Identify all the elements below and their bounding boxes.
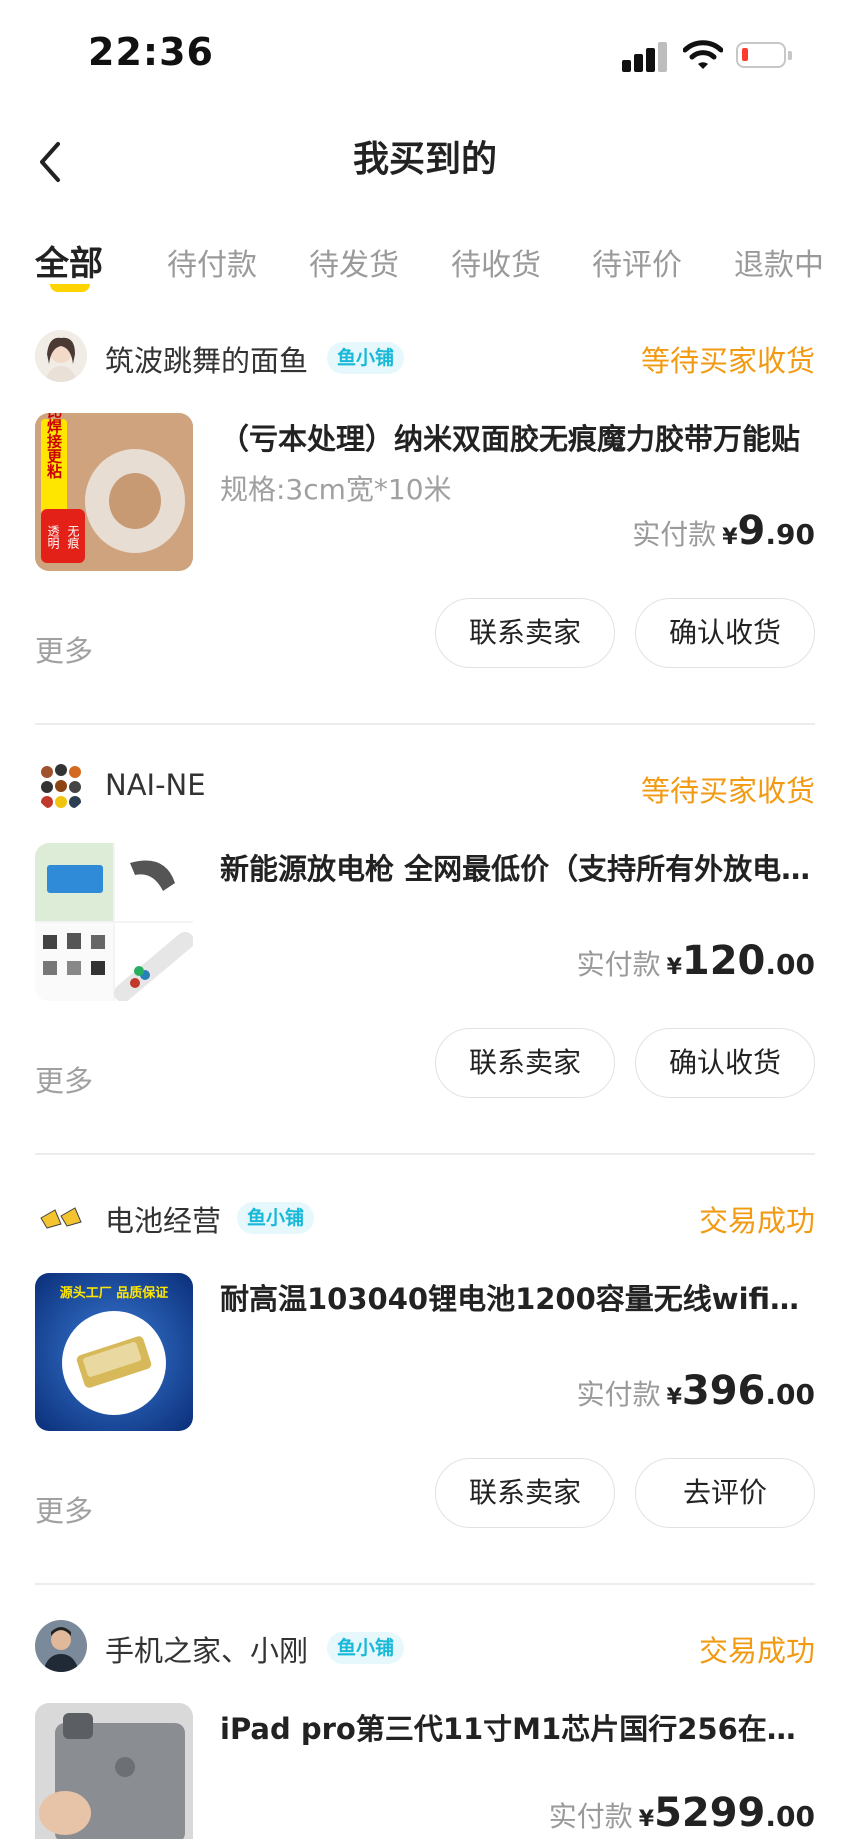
shop-badge: 鱼小铺 <box>327 1632 405 1664</box>
currency-symbol: ¥ <box>638 1807 655 1832</box>
confirm-receipt-button[interactable]: 确认收货 <box>635 598 815 668</box>
order-card[interactable]: 电池经营 鱼小铺 交易成功 源头工厂 品质保证 耐高温103040锂电池1200… <box>0 1188 850 1618</box>
confirm-receipt-button[interactable]: 确认收货 <box>635 1028 815 1098</box>
price-decimal: .90 <box>765 518 815 551</box>
thumb-text: 比焊接更粘 <box>45 413 63 480</box>
price-integer: 396 <box>681 1368 766 1414</box>
status-bar: 22:36 <box>0 0 850 110</box>
product-title[interactable]: 新能源放电枪 全网最低价（支持所有外放电车型） <box>220 846 815 888</box>
product-title[interactable]: （亏本处理）纳米双面胶无痕魔力胶带万能贴 <box>220 416 815 458</box>
order-card[interactable]: 手机之家、小刚 鱼小铺 交易成功 iPad pro第三代11寸M1芯片国行256… <box>0 1618 850 1839</box>
product-title[interactable]: iPad pro第三代11寸M1芯片国行256在保修期内 <box>220 1706 815 1748</box>
price-label: 实付款 <box>576 1378 661 1411</box>
tab-pending-shipment[interactable]: 待发货 <box>309 240 399 284</box>
price-row: 实付款 ¥396.00 <box>577 1368 815 1414</box>
price-decimal: .00 <box>765 948 815 981</box>
price-decimal: .00 <box>765 1800 815 1833</box>
tab-refunding[interactable]: 退款中 <box>734 240 824 284</box>
product-title[interactable]: 耐高温103040锂电池1200容量无线wifi蓝牙音箱 <box>220 1276 815 1318</box>
price-row: 实付款 ¥9.90 <box>632 508 815 554</box>
shop-row[interactable]: NAI-NE 等待买家收货 <box>35 758 815 814</box>
page-title: 我买到的 <box>352 139 497 180</box>
thumb-text: 源头工厂 品质保证 <box>60 1285 169 1301</box>
product-thumbnail[interactable]: 源头工厂 品质保证 <box>35 1273 193 1431</box>
product-thumbnail[interactable] <box>35 1703 193 1839</box>
avatar <box>35 760 87 812</box>
shop-name: 电池经营 <box>105 1204 222 1238</box>
avatar <box>35 1190 87 1242</box>
price-label: 实付款 <box>576 948 661 981</box>
tab-pending-payment[interactable]: 待付款 <box>167 240 257 284</box>
order-tabs: 全部 待付款 待发货 待收货 待评价 退款中 <box>0 232 850 312</box>
price-integer: 9 <box>737 508 766 554</box>
thumb-text: 透明 <box>46 525 60 550</box>
price-label: 实付款 <box>548 1800 633 1833</box>
battery-icon <box>736 42 792 68</box>
shop-badge: 鱼小铺 <box>237 1202 315 1234</box>
avatar <box>35 1620 87 1672</box>
tab-pending-receipt[interactable]: 待收货 <box>451 240 541 284</box>
contact-seller-button[interactable]: 联系卖家 <box>435 1458 615 1528</box>
review-button[interactable]: 去评价 <box>635 1458 815 1528</box>
order-card[interactable]: NAI-NE 等待买家收货 新能源放电枪 全网最低价（支持所有外放电车型） 实付… <box>0 758 850 1188</box>
price-row: 实付款 ¥120.00 <box>577 938 815 984</box>
avatar <box>35 330 87 382</box>
tab-all[interactable]: 全部 <box>35 236 103 285</box>
signal-icon <box>622 42 668 72</box>
shop-name: 手机之家、小刚 <box>105 1634 309 1668</box>
price-row: 实付款 ¥5299.00 <box>549 1790 815 1836</box>
more-link[interactable]: 更多 <box>35 1488 93 1530</box>
status-time: 22:36 <box>88 30 214 74</box>
currency-symbol: ¥ <box>666 1385 682 1410</box>
product-thumbnail[interactable]: 比焊接更粘 透明 无痕 <box>35 413 193 571</box>
shop-name: NAI-NE <box>105 768 206 802</box>
tab-pending-review[interactable]: 待评价 <box>592 240 682 284</box>
wifi-icon <box>683 40 723 69</box>
more-link[interactable]: 更多 <box>35 628 93 670</box>
divider <box>35 1583 815 1585</box>
currency-symbol: ¥ <box>722 525 738 550</box>
shop-badge: 鱼小铺 <box>327 342 405 374</box>
price-label: 实付款 <box>632 518 717 551</box>
order-status: 等待买家收货 <box>640 344 815 378</box>
divider <box>35 1153 815 1155</box>
tab-active-indicator <box>50 284 90 292</box>
order-status: 等待买家收货 <box>640 774 815 808</box>
product-thumbnail[interactable] <box>35 843 193 1001</box>
product-spec: 规格:3cm宽*10米 <box>220 473 452 506</box>
thumb-text: 无痕 <box>66 525 80 550</box>
contact-seller-button[interactable]: 联系卖家 <box>435 1028 615 1098</box>
order-status: 交易成功 <box>698 1634 815 1668</box>
currency-symbol: ¥ <box>666 955 682 980</box>
shop-row[interactable]: 电池经营 鱼小铺 交易成功 <box>35 1188 815 1244</box>
shop-row[interactable]: 筑波跳舞的面鱼 鱼小铺 等待买家收货 <box>35 328 815 384</box>
contact-seller-button[interactable]: 联系卖家 <box>435 598 615 668</box>
more-link[interactable]: 更多 <box>35 1058 93 1100</box>
price-integer: 120 <box>681 938 766 984</box>
order-card[interactable]: 筑波跳舞的面鱼 鱼小铺 等待买家收货 比焊接更粘 透明 无痕 （亏本处理）纳米双… <box>0 328 850 758</box>
shop-row[interactable]: 手机之家、小刚 鱼小铺 交易成功 <box>35 1618 815 1674</box>
nav-bar: 我买到的 <box>0 110 850 230</box>
price-integer: 5299 <box>654 1790 766 1836</box>
order-status: 交易成功 <box>698 1204 815 1238</box>
divider <box>35 723 815 725</box>
price-decimal: .00 <box>765 1378 815 1411</box>
shop-name: 筑波跳舞的面鱼 <box>105 344 309 378</box>
